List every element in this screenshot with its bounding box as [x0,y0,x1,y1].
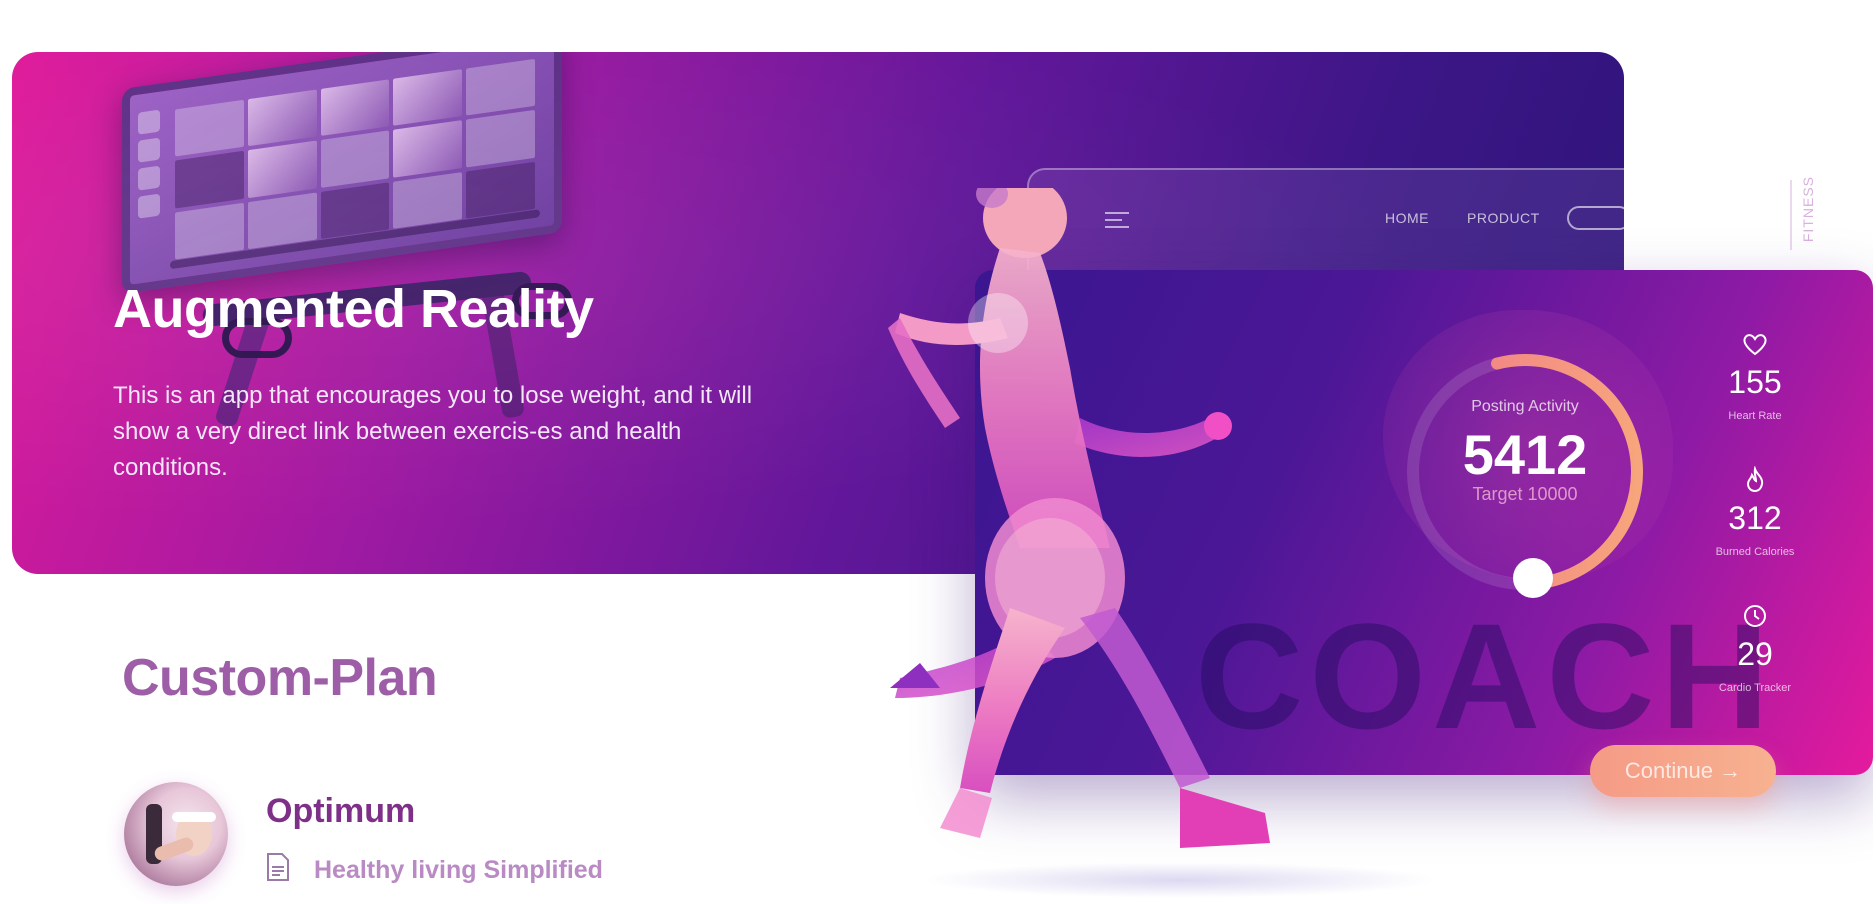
plan-name[interactable]: Optimum [266,792,415,831]
treadmill-screen [122,52,562,294]
stat-heart-rate: 155 Heart Rate [1675,330,1835,422]
brand-tag: FITNESS [1800,176,1816,243]
section-title: Custom-Plan [122,649,438,707]
stat-value: 155 [1728,364,1782,400]
continue-button[interactable]: Continue → [1590,745,1776,797]
stat-value: 29 [1737,636,1773,672]
hero-title: Augmented Reality [113,279,594,339]
document-icon [267,853,289,881]
runner-illustration [888,188,1270,848]
avatar[interactable] [124,782,228,886]
stat-value: 312 [1728,500,1782,536]
heart-icon [1743,334,1767,356]
clock-icon [1744,605,1766,627]
hero-description: This is an app that encourages you to lo… [113,382,753,481]
brand-divider [1790,180,1792,250]
flame-icon [1746,466,1764,493]
stat-label: Burned Calories [1715,546,1795,558]
plan-subtitle: Healthy living Simplified [314,856,603,884]
nav-pill-button[interactable] [1567,206,1631,230]
stat-label: Heart Rate [1728,410,1782,422]
stat-burned-calories: 312 Burned Calories [1675,466,1835,558]
stat-cardio-tracker: 29 Cardio Tracker [1675,602,1835,694]
stat-label: Cardio Tracker [1718,682,1792,694]
nav-product[interactable]: PRODUCT [1467,210,1540,226]
